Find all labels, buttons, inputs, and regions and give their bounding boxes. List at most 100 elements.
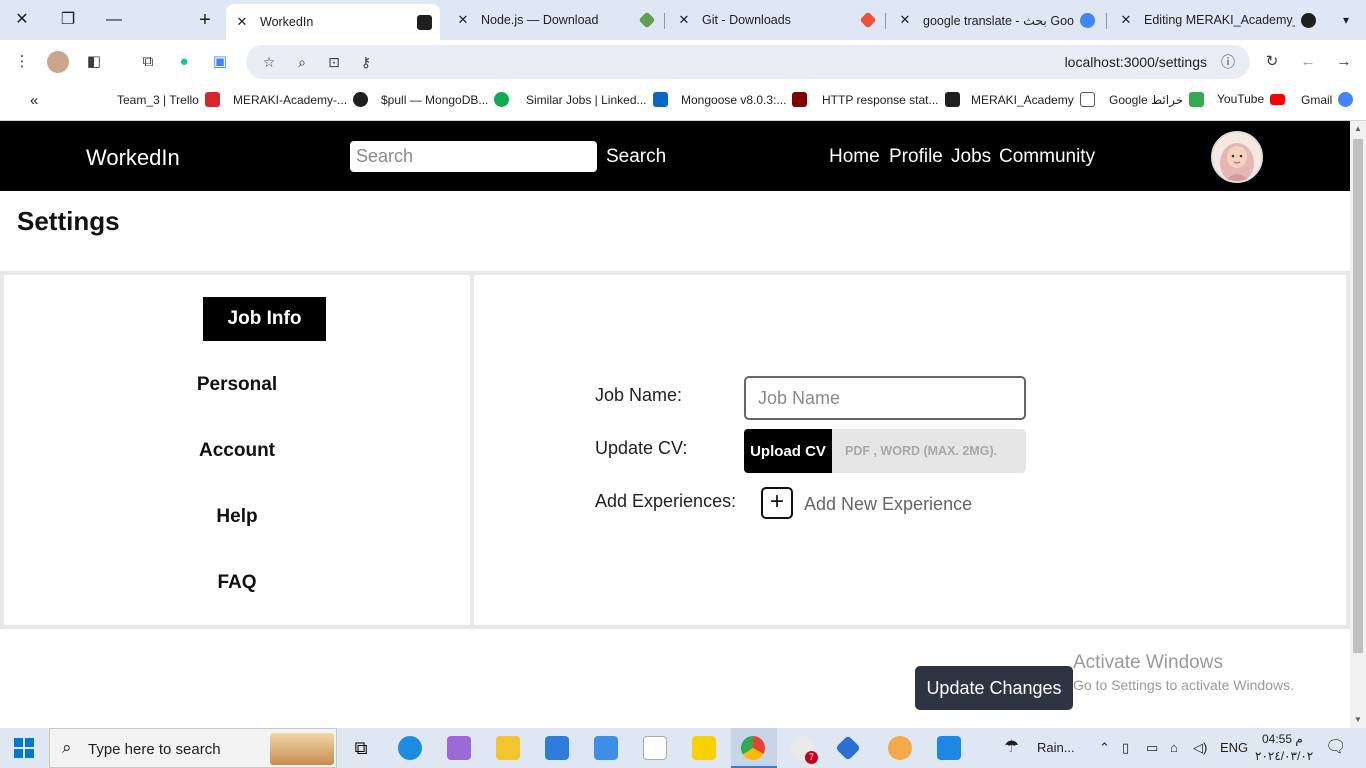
scroll-down-arrow-icon[interactable]: ▼	[1353, 715, 1363, 724]
task-view-icon[interactable]: ⧉	[349, 736, 373, 760]
close-tab-icon[interactable]: ✕	[234, 14, 250, 30]
menu-item-account[interactable]: Account	[4, 440, 470, 462]
menu-item-faq[interactable]: FAQ	[4, 572, 470, 594]
bookmark-youtube[interactable]: YouTube	[1217, 92, 1286, 106]
slack-icon[interactable]: 7	[790, 736, 818, 764]
address-bar[interactable]: ☆ ⌕ ⊡ ⚷ localhost:3000/settings ⓘ	[246, 45, 1250, 79]
volume-icon[interactable]: ◁)	[1193, 740, 1207, 756]
url-text[interactable]: localhost:3000/settings	[1065, 54, 1207, 70]
tab-github-editing[interactable]: ✕ Editing MERAKI_Academy_P	[1110, 4, 1324, 36]
menu-item-job-info[interactable]: Job Info	[203, 297, 326, 341]
sticky-notes-icon[interactable]	[692, 736, 716, 760]
bookmark-meraki-github[interactable]: MERAKI-Academy-...	[233, 92, 369, 107]
page-scrollbar[interactable]: ▲ ▼	[1350, 121, 1366, 728]
search-button[interactable]: Search	[606, 146, 666, 168]
google-icon	[1338, 92, 1354, 107]
menu-kebab-icon[interactable]: ⋮	[11, 51, 33, 73]
user-avatar[interactable]	[1211, 131, 1263, 183]
reload-icon[interactable]: ↻	[1261, 51, 1283, 73]
tab-google-translate[interactable]: ✕ google translate - بحث Goog	[889, 4, 1103, 36]
bookmark-label: $pull — MongoDB...	[381, 92, 489, 107]
tray-battery-icon[interactable]: ▭	[1146, 740, 1158, 756]
nav-link-profile[interactable]: Profile	[889, 146, 943, 168]
store-icon[interactable]	[545, 736, 569, 760]
weather-umbrella-icon[interactable]: ☂	[1004, 737, 1019, 757]
password-key-icon[interactable]: ⚷	[356, 52, 376, 72]
forward-arrow-icon[interactable]: →	[1333, 51, 1355, 73]
youtube-icon	[1270, 93, 1286, 105]
translate-page-icon[interactable]: ⊡	[324, 52, 344, 72]
restore-window-icon[interactable]: ❐	[54, 8, 82, 32]
site-info-icon[interactable]: ⓘ	[1218, 52, 1238, 72]
close-tab-icon[interactable]: ✕	[455, 12, 471, 28]
menu-item-personal[interactable]: Personal	[4, 374, 470, 396]
new-tab-icon[interactable]: +	[191, 8, 219, 32]
plus-icon[interactable]: +	[761, 487, 793, 519]
bookmark-linkedin[interactable]: Similar Jobs | Linked...	[526, 92, 668, 107]
language-indicator[interactable]: ENG	[1220, 740, 1248, 755]
bookmark-mongodb[interactable]: $pull — MongoDB...	[381, 92, 510, 107]
update-changes-button[interactable]: Update Changes	[915, 666, 1073, 710]
tab-workedin[interactable]: ✕ WorkedIn	[226, 4, 440, 40]
tab-separator	[885, 13, 886, 29]
extensions-icon[interactable]: ⧉	[137, 51, 159, 73]
profile-avatar-icon[interactable]	[47, 51, 69, 73]
avatar-portrait-icon	[1213, 133, 1261, 181]
bookmark-star-icon[interactable]: ☆	[259, 52, 279, 72]
bookmarks-collapse-icon[interactable]: «	[30, 92, 38, 109]
windows-start-icon[interactable]	[14, 738, 34, 758]
clock-time[interactable]: 04:55 م	[1262, 732, 1303, 746]
tab-nodejs[interactable]: ✕ Node.js — Download	[447, 4, 661, 36]
notifications-icon[interactable]: 🗨	[1325, 737, 1347, 757]
paint-icon[interactable]	[888, 736, 912, 760]
clock-date[interactable]: ٢٠٢٤/٠٣/٠٢	[1255, 749, 1313, 763]
nav-link-community[interactable]: Community	[999, 146, 1095, 168]
add-experience-button[interactable]: Add New Experience	[804, 494, 972, 515]
close-window-icon[interactable]: ✕	[8, 8, 36, 32]
nav-link-home[interactable]: Home	[829, 146, 880, 168]
menu-item-help[interactable]: Help	[4, 506, 470, 528]
close-tab-icon[interactable]: ✕	[897, 12, 913, 28]
tab-search-chevron-icon[interactable]: ▾	[1332, 8, 1360, 32]
zoom-icon[interactable]: ⌕	[292, 52, 312, 72]
notepad-icon[interactable]	[643, 736, 667, 760]
back-arrow-icon[interactable]: ←	[1297, 51, 1319, 73]
edge-icon[interactable]	[398, 736, 422, 760]
bookmark-http-status[interactable]: HTTP response stat...	[822, 92, 960, 107]
job-name-field[interactable]	[744, 376, 1026, 420]
taskbar-search[interactable]: ⌕ Type here to search	[49, 728, 337, 768]
file-explorer-icon[interactable]	[496, 736, 520, 760]
translate-extension-icon[interactable]: ▣	[209, 51, 231, 73]
network-icon[interactable]: ⌂	[1170, 740, 1178, 755]
tab-title: WorkedIn	[260, 15, 314, 29]
brand-logo[interactable]: WorkedIn	[86, 145, 180, 171]
nav-link-jobs[interactable]: Jobs	[951, 146, 991, 168]
linkedin-icon	[652, 92, 668, 107]
pen-app-icon[interactable]	[447, 736, 471, 760]
bookmark-google-maps[interactable]: Google خرائط	[1109, 92, 1205, 107]
close-tab-icon[interactable]: ✕	[1118, 12, 1134, 28]
search-input[interactable]	[350, 141, 597, 172]
mail-icon[interactable]	[594, 736, 618, 760]
dev-tool-icon[interactable]	[835, 735, 861, 761]
photos-icon[interactable]	[937, 736, 961, 760]
bookmark-mongoose[interactable]: Mongoose v8.0.3:...	[681, 92, 808, 107]
bookmark-label: MERAKI_Academy	[971, 92, 1074, 107]
page-title: Settings	[17, 206, 120, 236]
scroll-thumb[interactable]	[1353, 139, 1363, 653]
upload-cv-button[interactable]: Upload CV	[744, 429, 832, 473]
tray-device-icon[interactable]: ▯	[1122, 740, 1129, 756]
bookmark-gmail[interactable]: Gmail	[1301, 92, 1354, 107]
minimize-window-icon[interactable]: —	[100, 8, 128, 32]
chrome-icon[interactable]	[741, 736, 765, 760]
grammarly-icon[interactable]: ●	[173, 51, 195, 73]
weather-text[interactable]: Rain...	[1037, 740, 1075, 755]
side-panel-icon[interactable]: ◧	[83, 51, 105, 73]
scroll-up-arrow-icon[interactable]: ▲	[1353, 124, 1363, 133]
cv-upload-field[interactable]: Upload CV PDF , WORD (MAX. 2MG).	[744, 429, 1026, 473]
bookmark-trello[interactable]: Team_3 | Trello	[117, 92, 220, 107]
tray-chevron-icon[interactable]: ⌃	[1099, 740, 1110, 756]
tab-git[interactable]: ✕ Git - Downloads	[668, 4, 882, 36]
bookmark-meraki-folder[interactable]: MERAKI_Academy	[971, 92, 1095, 107]
close-tab-icon[interactable]: ✕	[676, 12, 692, 28]
